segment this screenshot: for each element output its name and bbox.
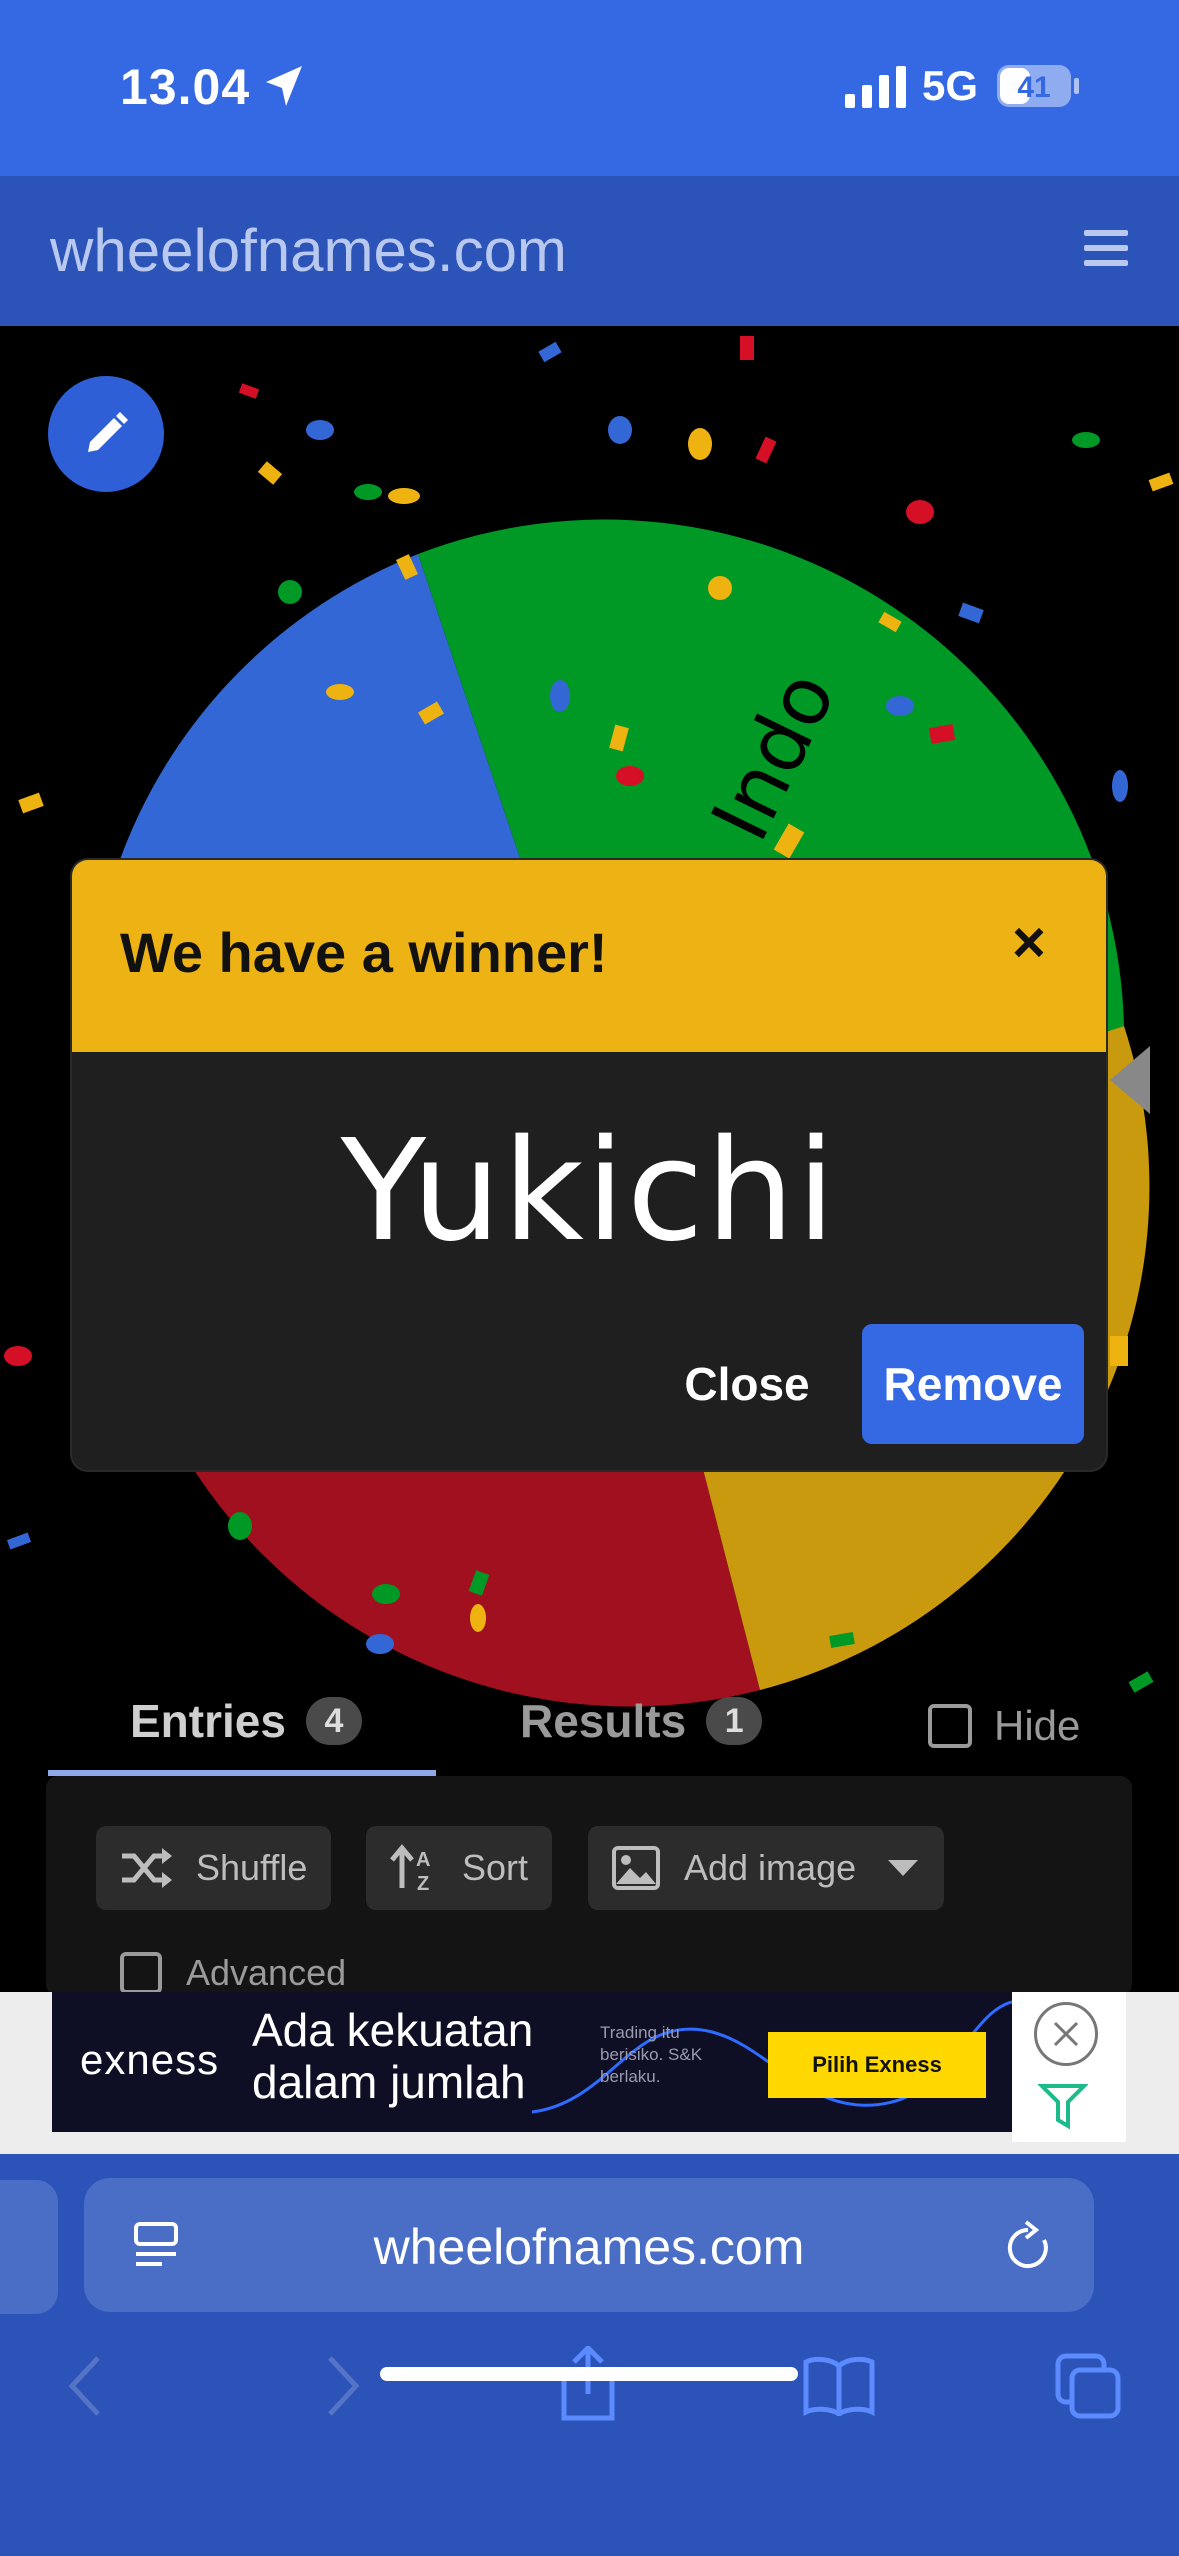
status-time: 13.04: [120, 59, 251, 115]
entries-results-tabs: Entries 4 Results 1 Hide: [0, 1682, 1179, 1776]
ad-disclaimer-line2: berisiko. S&K: [600, 2045, 703, 2064]
ad-headline-line1: Ada kekuatan: [252, 2004, 534, 2056]
close-icon[interactable]: ×: [1012, 914, 1046, 972]
hide-label: Hide: [994, 1702, 1081, 1749]
reload-icon[interactable]: [1004, 2220, 1054, 2274]
tab-results[interactable]: Results 1: [520, 1694, 763, 1748]
dialog-title: We have a winner!: [120, 921, 608, 984]
tab-entries-label: Entries: [130, 1695, 286, 1747]
tab-results-label: Results: [520, 1695, 687, 1747]
shuffle-label: Shuffle: [196, 1847, 308, 1888]
entries-panel: Shuffle A Z Sort Add image Advanced: [46, 1776, 1132, 1996]
ad-close-button[interactable]: [1034, 2002, 1098, 2066]
pencil-icon: [88, 412, 128, 452]
cellular-signal-icon: [845, 66, 906, 108]
sort-label: Sort: [462, 1847, 529, 1888]
entries-count-badge: 4: [305, 1697, 362, 1745]
ad-disclaimer-line3: berlaku.: [600, 2067, 661, 2086]
tabs-icon[interactable]: [1054, 2352, 1124, 2420]
chevron-down-icon[interactable]: [886, 1858, 920, 1878]
close-button[interactable]: Close: [652, 1324, 842, 1444]
ad-headline: Ada kekuatan dalam jumlah: [252, 2004, 533, 2108]
address-bar[interactable]: wheelofnames.com: [84, 2178, 1094, 2312]
share-icon[interactable]: [558, 2346, 618, 2422]
image-icon: [612, 1846, 660, 1890]
ad-headline-line2: dalam jumlah: [252, 2056, 526, 2108]
location-arrow-icon: [266, 66, 302, 106]
battery-level: 41: [1017, 71, 1050, 104]
advanced-checkbox[interactable]: [120, 1952, 162, 1994]
svg-text:A: A: [416, 1849, 430, 1871]
edit-button[interactable]: [48, 376, 164, 492]
advanced-label: Advanced: [186, 1952, 347, 1993]
previous-tab-preview[interactable]: [0, 2180, 58, 2314]
network-type: 5G: [922, 62, 979, 109]
ad-info-icon[interactable]: [1038, 2082, 1088, 2132]
winner-name: Yukichi: [340, 1110, 838, 1273]
sort-icon: A Z: [390, 1844, 430, 1892]
forward-icon[interactable]: [322, 2354, 362, 2418]
ad-disclaimer-line1: Trading itu: [600, 2023, 680, 2042]
bookmarks-icon[interactable]: [802, 2356, 876, 2416]
results-count-badge: 1: [706, 1697, 763, 1745]
back-icon[interactable]: [66, 2354, 106, 2418]
url-text: wheelofnames.com: [373, 2219, 805, 2275]
ad-banner[interactable]: exness Ada kekuatan dalam jumlah Trading…: [52, 1992, 1012, 2132]
battery-icon: 41: [997, 65, 1079, 107]
status-bar: 13.04 5G 41: [0, 0, 1179, 176]
ad-disclaimer: Trading itu berisiko. S&K berlaku.: [600, 2022, 702, 2088]
site-header: wheelofnames.com: [0, 176, 1179, 326]
tab-entries[interactable]: Entries 4: [130, 1694, 362, 1748]
close-icon: [1053, 2021, 1079, 2047]
site-title[interactable]: wheelofnames.com: [50, 216, 567, 285]
advanced-toggle[interactable]: Advanced: [120, 1952, 346, 1994]
home-indicator: [380, 2367, 798, 2381]
ad-strip: exness Ada kekuatan dalam jumlah Trading…: [0, 1992, 1179, 2154]
shuffle-icon: [122, 1848, 172, 1888]
svg-text:Z: Z: [417, 1873, 429, 1892]
ad-controls: [1012, 1992, 1126, 2142]
remove-button[interactable]: Remove: [862, 1324, 1084, 1444]
browser-toolbar: wheelofnames.com: [0, 2154, 1179, 2556]
hide-checkbox[interactable]: [928, 1704, 972, 1748]
winner-dialog: We have a winner! × Yukichi Close Remove: [72, 860, 1106, 1470]
ad-brand: exness: [80, 2036, 220, 2083]
hamburger-menu-icon[interactable]: [1084, 230, 1128, 270]
add-image-button[interactable]: Add image: [588, 1826, 945, 1910]
dialog-header: We have a winner! ×: [72, 860, 1106, 1052]
sort-button[interactable]: A Z Sort: [366, 1826, 553, 1910]
shuffle-button[interactable]: Shuffle: [96, 1826, 332, 1910]
add-image-label: Add image: [684, 1847, 857, 1888]
hide-toggle[interactable]: Hide: [928, 1702, 1080, 1750]
ad-cta-button[interactable]: Pilih Exness: [768, 2032, 986, 2098]
